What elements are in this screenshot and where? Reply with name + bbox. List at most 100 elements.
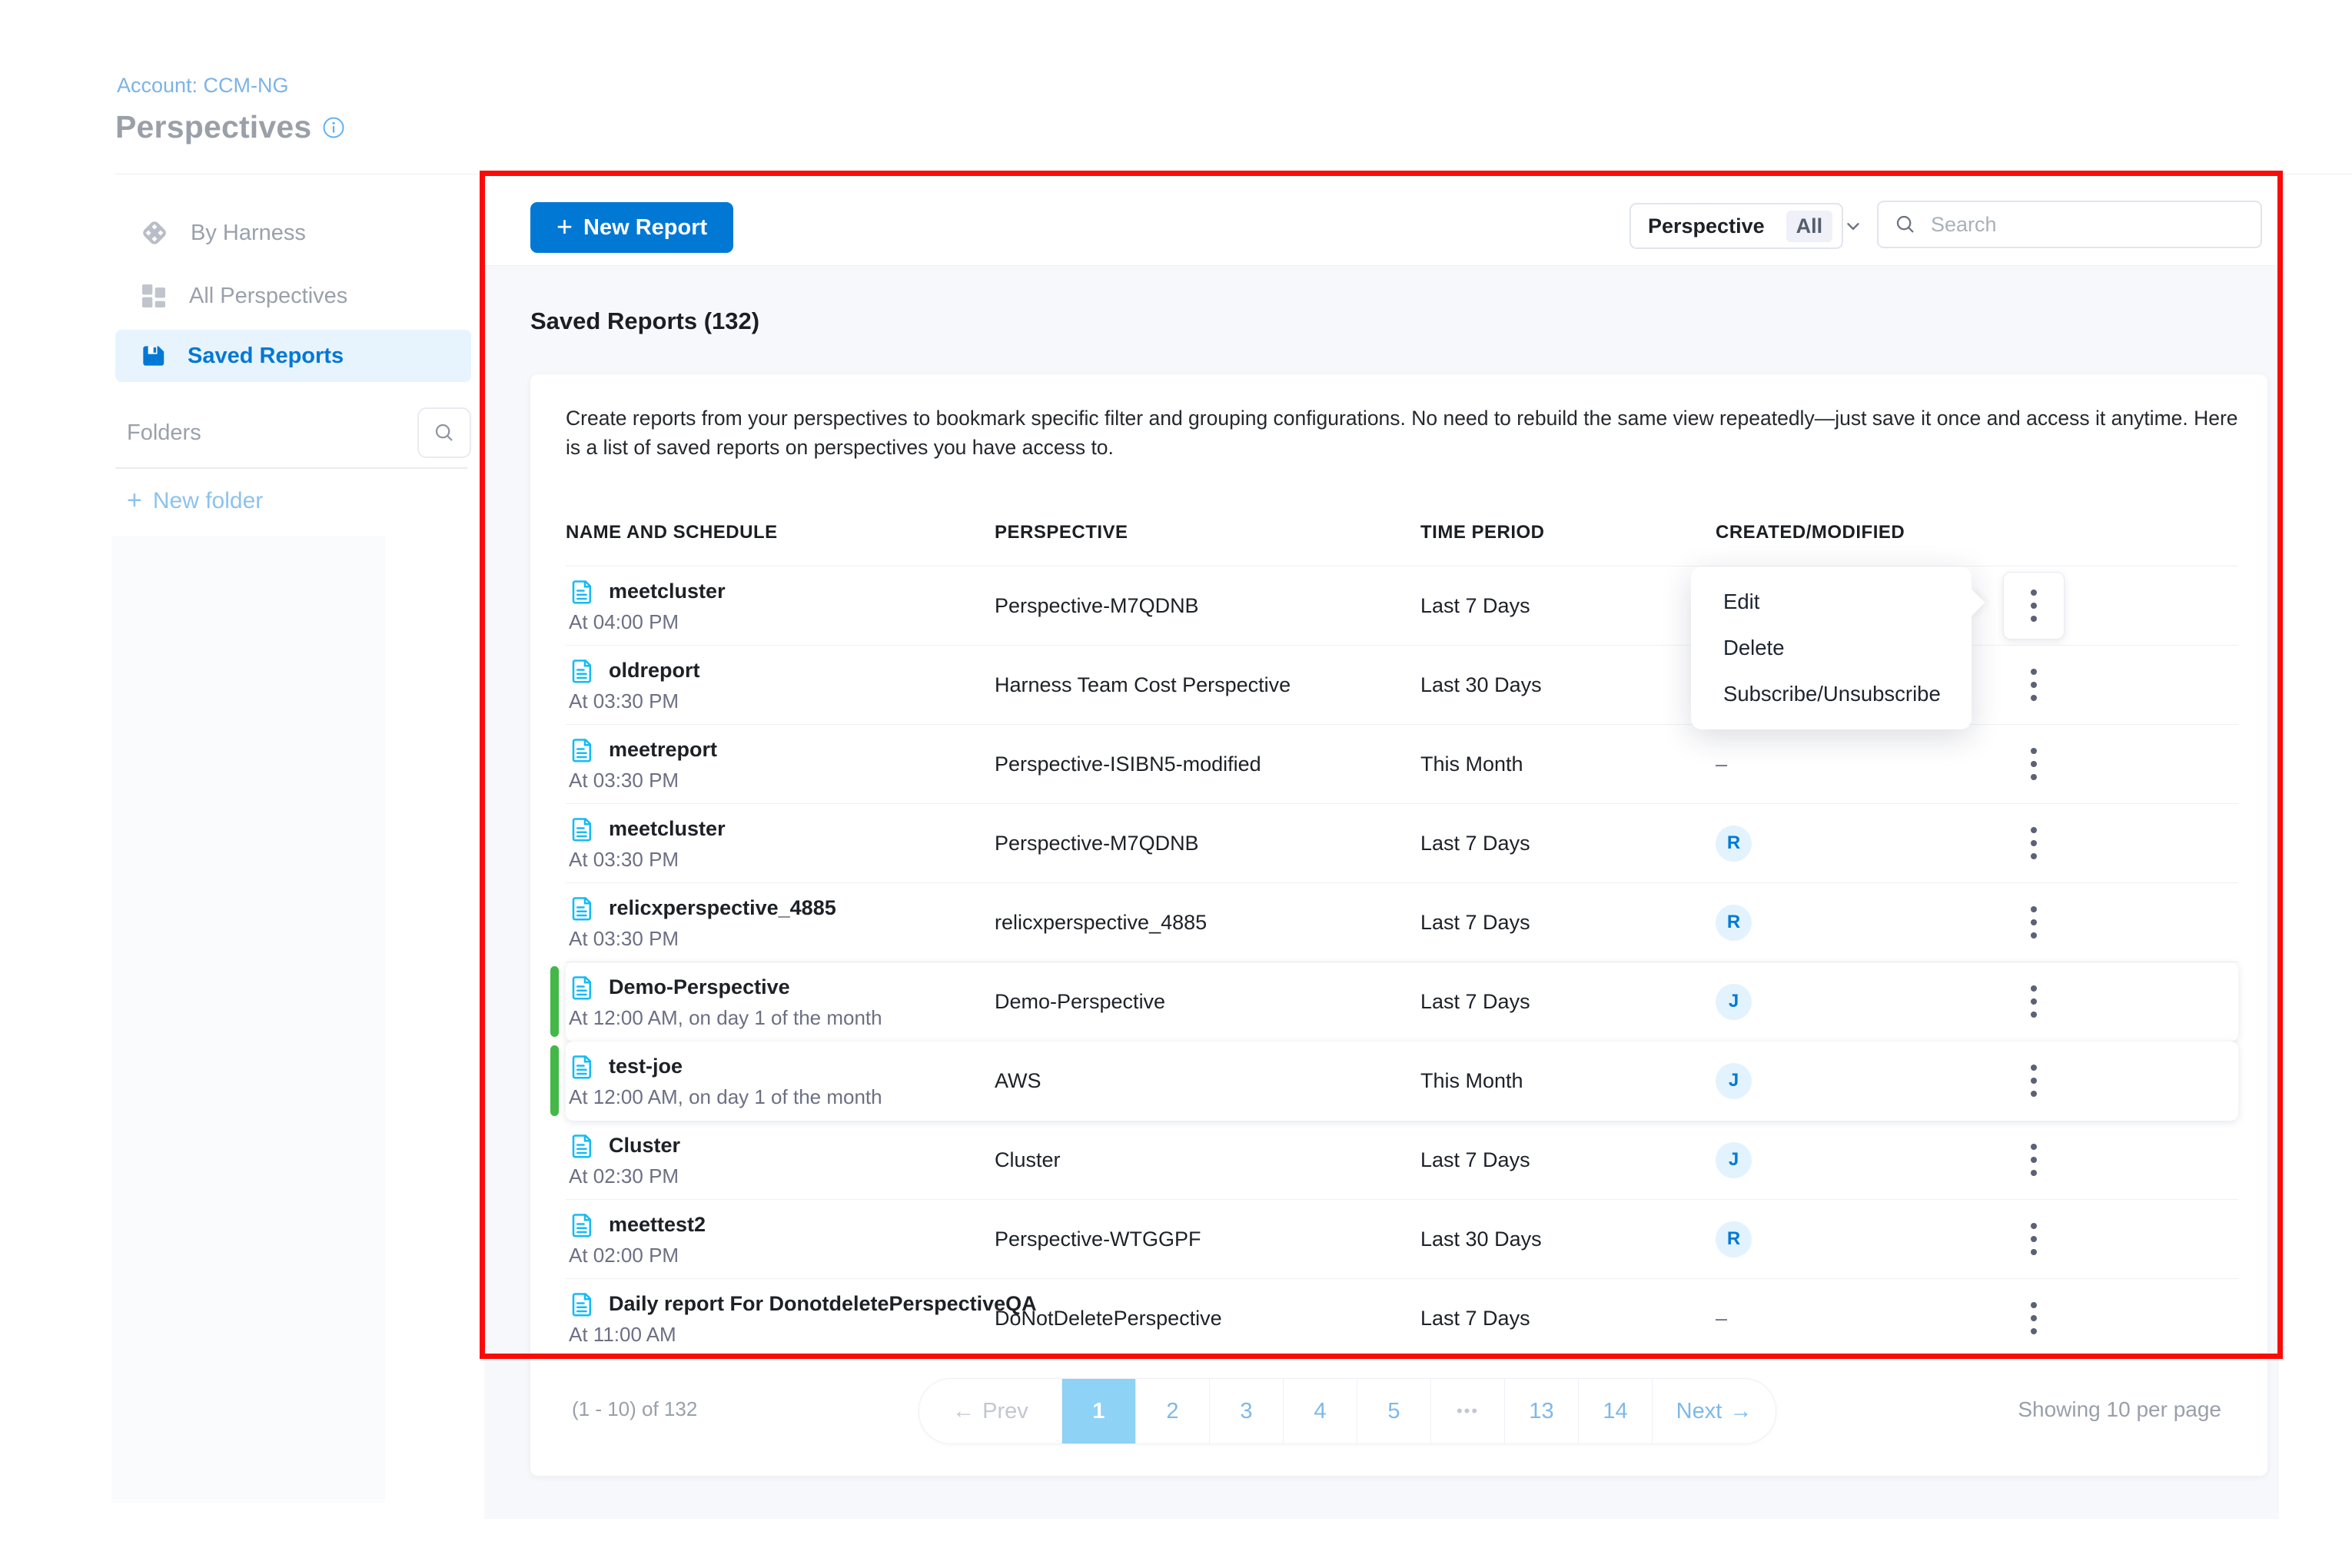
perspectives-page: Account: CCM-NG Perspectives By Harness xyxy=(0,0,2352,1568)
pager-prev-button[interactable]: ←Prev xyxy=(919,1379,1061,1443)
time-period-cell: Last 7 Days xyxy=(1420,1307,1716,1330)
created-cell: J xyxy=(1716,1142,2003,1178)
perspective-cell: Perspective-ISIBN5-modified xyxy=(995,752,1420,776)
avatar: J xyxy=(1716,984,1752,1020)
report-schedule: At 04:00 PM xyxy=(569,610,995,634)
report-name[interactable]: oldreport xyxy=(609,659,700,683)
search-input[interactable] xyxy=(1929,212,2245,238)
pager-page-4[interactable]: 4 xyxy=(1283,1379,1357,1443)
report-name[interactable]: relicxperspective_4885 xyxy=(609,896,836,920)
folder-search-button[interactable] xyxy=(417,407,471,458)
pager-page-5[interactable]: 5 xyxy=(1357,1379,1430,1443)
filter-label: Perspective xyxy=(1648,214,1765,238)
row-menu-button[interactable] xyxy=(2003,1126,2065,1194)
pager-ellipsis[interactable]: ••• xyxy=(1430,1379,1504,1443)
table-row: oldreportAt 03:30 PMHarness Team Cost Pe… xyxy=(566,646,2238,725)
account-breadcrumb[interactable]: Account: CCM-NG xyxy=(117,74,289,98)
plus-icon: + xyxy=(556,211,573,243)
row-menu-button[interactable] xyxy=(2003,968,2065,1035)
pager-page-2[interactable]: 2 xyxy=(1135,1379,1209,1443)
column-header: TIME PERIOD xyxy=(1420,522,1716,543)
context-menu-item-edit[interactable]: Edit xyxy=(1691,579,1972,625)
time-period-cell: This Month xyxy=(1420,1069,1716,1093)
report-name[interactable]: meetcluster xyxy=(609,580,726,603)
report-name[interactable]: Daily report For DonotdeletePerspectiveQ… xyxy=(609,1292,1037,1316)
time-period-cell: Last 7 Days xyxy=(1420,1148,1716,1172)
time-period-cell: Last 7 Days xyxy=(1420,832,1716,855)
arrow-left-icon: ← xyxy=(952,1399,975,1424)
row-menu-button[interactable] xyxy=(2003,809,2065,877)
table-row: meetclusterAt 03:30 PMPerspective-M7QDNB… xyxy=(566,804,2238,883)
sidebar-item-saved-reports[interactable]: Saved Reports xyxy=(115,330,471,382)
highlight-bar xyxy=(550,1045,559,1116)
table-row: test-joeAt 12:00 AM, on day 1 of the mon… xyxy=(566,1041,2238,1121)
name-cell: meetclusterAt 03:30 PM xyxy=(566,816,995,872)
row-menu-button[interactable] xyxy=(2003,1284,2065,1352)
sidebar-item-all-perspectives[interactable]: All Perspectives xyxy=(115,270,471,322)
context-menu-item-subscribe-unsubscribe[interactable]: Subscribe/Unsubscribe xyxy=(1691,671,1972,717)
report-icon xyxy=(569,816,596,843)
row-menu-button[interactable] xyxy=(2003,889,2065,956)
pager-page-13[interactable]: 13 xyxy=(1504,1379,1578,1443)
report-schedule: At 02:30 PM xyxy=(569,1164,995,1188)
avatar: R xyxy=(1716,826,1752,862)
name-cell: Demo-Perspective At 12:00 AM, on day 1 of… xyxy=(566,974,995,1030)
time-period-cell: Last 30 Days xyxy=(1420,1227,1716,1251)
pager-page-14[interactable]: 14 xyxy=(1578,1379,1652,1443)
sidebar-item-label: Saved Reports xyxy=(188,344,344,369)
report-name[interactable]: meetcluster xyxy=(609,817,726,841)
saved-reports-table: NAME AND SCHEDULE PERSPECTIVE TIME PERIO… xyxy=(566,500,2238,1358)
report-schedule: At 11:00 AM xyxy=(569,1323,995,1347)
report-icon xyxy=(569,1211,596,1239)
report-name[interactable]: Demo-Perspective xyxy=(609,975,790,999)
report-name[interactable]: meettest2 xyxy=(609,1213,706,1237)
perspective-cell: Perspective-WTGGPF xyxy=(995,1227,1420,1251)
perspective-cell: AWS xyxy=(995,1069,1420,1093)
name-cell: relicxperspective_4885At 03:30 PM xyxy=(566,895,995,951)
report-icon xyxy=(569,657,596,685)
row-menu-button[interactable] xyxy=(2003,1205,2065,1273)
report-name[interactable]: meetreport xyxy=(609,738,717,762)
pager-page-1[interactable]: 1 xyxy=(1061,1379,1135,1443)
table-row: Daily report For DonotdeletePerspectiveQ… xyxy=(566,1279,2238,1358)
row-menu-button[interactable] xyxy=(2003,572,2065,639)
time-period-cell: Last 7 Days xyxy=(1420,990,1716,1014)
perspective-cell: Perspective-M7QDNB xyxy=(995,832,1420,855)
created-cell: J xyxy=(1716,1063,2003,1099)
topbar-divider xyxy=(485,265,2279,266)
context-menu-item-delete[interactable]: Delete xyxy=(1691,625,1972,671)
sidebar-item-by-harness[interactable]: By Harness xyxy=(115,207,471,259)
plus-icon: + xyxy=(127,486,142,516)
created-cell: – xyxy=(1716,752,2003,776)
perspective-filter-dropdown[interactable]: Perspective All xyxy=(1629,203,1843,249)
pagination-range: (1 - 10) of 132 xyxy=(572,1397,697,1421)
table-row: meetcluster At 04:00 PMPerspective-M7QDNB… xyxy=(566,566,2238,646)
row-menu-button[interactable] xyxy=(2003,651,2065,719)
new-folder-button[interactable]: + New folder xyxy=(127,486,263,516)
report-schedule: At 12:00 AM, on day 1 of the month xyxy=(569,1006,995,1030)
pager-next-button[interactable]: Next→ xyxy=(1652,1379,1776,1443)
table-row: Demo-Perspective At 12:00 AM, on day 1 of… xyxy=(566,962,2238,1041)
highlight-bar xyxy=(550,966,559,1037)
avatar: R xyxy=(1716,905,1752,941)
sidebar-divider xyxy=(115,467,467,469)
chevron-down-icon xyxy=(1843,216,1863,236)
table-body: meetclusterAt 04:00 PMPerspective-M7QDNB… xyxy=(566,566,2238,1358)
table-row: ClusterAt 02:30 PMClusterLast 7 DaysJ xyxy=(566,1121,2238,1200)
created-cell: R xyxy=(1716,905,2003,941)
arrow-right-icon: → xyxy=(1729,1399,1752,1424)
report-icon xyxy=(569,1291,596,1318)
report-icon xyxy=(569,1053,596,1081)
report-name[interactable]: Cluster xyxy=(609,1134,680,1158)
created-cell: – xyxy=(1716,1307,2003,1330)
card-description: Create reports from your perspectives to… xyxy=(566,404,2241,462)
new-report-button[interactable]: + New Report xyxy=(530,202,733,253)
pager-page-3[interactable]: 3 xyxy=(1209,1379,1283,1443)
info-icon[interactable] xyxy=(322,116,345,139)
folders-list-placeholder xyxy=(111,536,385,1503)
perspective-cell: Perspective-M7QDNB xyxy=(995,594,1420,618)
row-menu-button[interactable] xyxy=(2003,1047,2065,1115)
search-icon xyxy=(433,421,456,444)
row-menu-button[interactable] xyxy=(2003,730,2065,798)
report-name[interactable]: test-joe xyxy=(609,1055,683,1078)
